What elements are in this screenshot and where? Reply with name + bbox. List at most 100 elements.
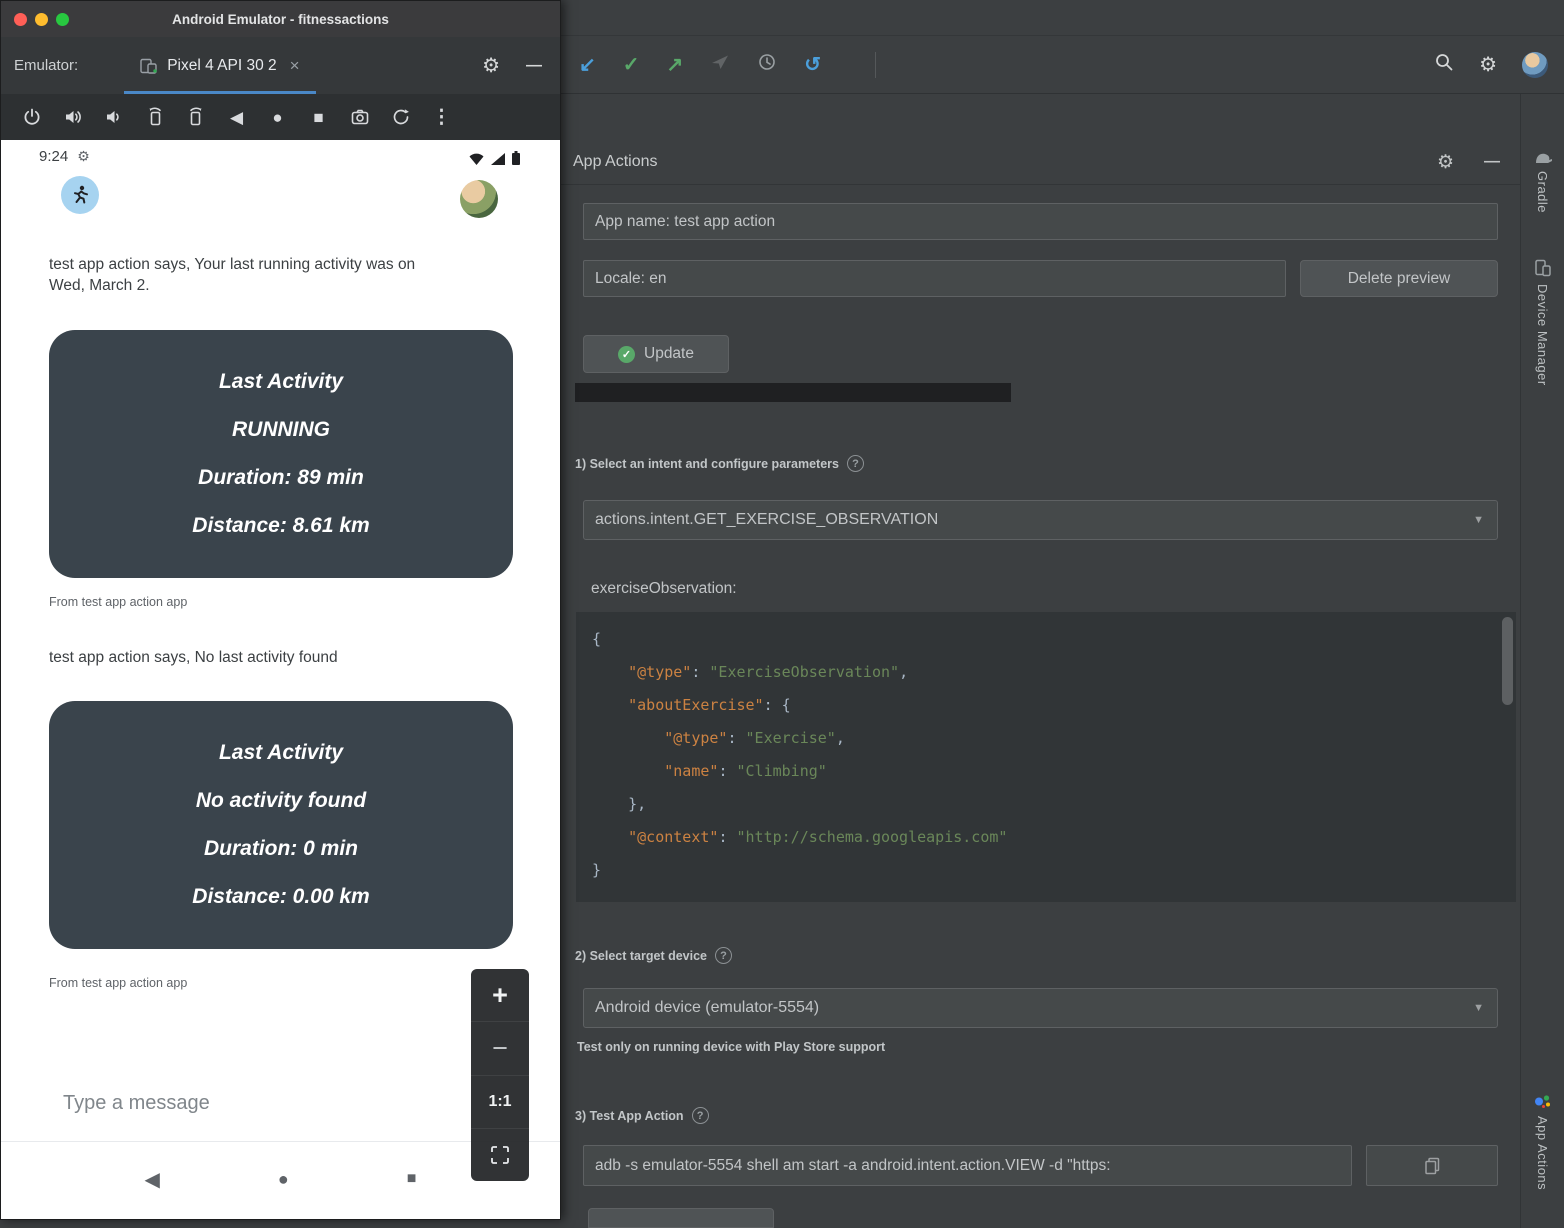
- intent-dropdown[interactable]: actions.intent.GET_EXERCISE_OBSERVATION …: [583, 500, 1498, 540]
- profile-avatar[interactable]: [1522, 52, 1548, 78]
- device-tab-label: Pixel 4 API 30 2: [167, 57, 276, 75]
- search-icon[interactable]: [1434, 52, 1454, 77]
- zoom-out-button[interactable]: −: [471, 1021, 529, 1074]
- app-actions-panel-header: App Actions ⚙ —: [561, 140, 1520, 185]
- close-window-button[interactable]: [14, 13, 27, 26]
- help-icon[interactable]: ?: [715, 947, 732, 964]
- device-note: Test only on running device with Play St…: [577, 1040, 885, 1054]
- json-code-lines: { "@type": "ExerciseObservation", "about…: [592, 623, 1492, 887]
- card-distance: Distance: 8.61 km: [192, 514, 369, 538]
- battery-icon: [512, 151, 520, 165]
- minimize-window-button[interactable]: [35, 13, 48, 26]
- card-attribution: From test app action app: [49, 976, 187, 990]
- tool-tab-gradle-label: Gradle: [1535, 171, 1550, 213]
- volume-down-button[interactable]: [93, 107, 134, 127]
- help-icon[interactable]: ?: [692, 1107, 709, 1124]
- zoom-window-button[interactable]: [56, 13, 69, 26]
- device-tab[interactable]: Pixel 4 API 30 2 ×: [124, 37, 315, 94]
- push-arrow-icon[interactable]: ↗: [667, 55, 684, 75]
- user-photo-avatar: [460, 180, 498, 218]
- commit-check-icon[interactable]: ✓: [623, 55, 640, 75]
- copy-command-button[interactable]: [1366, 1145, 1498, 1186]
- update-button-label: Update: [644, 345, 694, 363]
- snapshots-button[interactable]: [380, 107, 421, 127]
- tool-window-stripe: Gradle Device Manager App Actions: [1520, 94, 1564, 1228]
- selected-status-band: [575, 383, 1011, 402]
- panel-minimize-icon[interactable]: —: [1484, 153, 1500, 171]
- card-activity: RUNNING: [232, 418, 330, 442]
- card-distance: Distance: 0.00 km: [192, 885, 369, 909]
- card-title: Last Activity: [219, 741, 343, 765]
- section-one-label: 1) Select an intent and configure parame…: [575, 457, 839, 471]
- overview-button[interactable]: ■: [298, 109, 339, 126]
- json-parameter-editor[interactable]: { "@type": "ExerciseObservation", "about…: [576, 612, 1516, 902]
- close-tab-icon[interactable]: ×: [290, 56, 300, 76]
- volume-up-button[interactable]: [52, 107, 93, 127]
- settings-gear-icon[interactable]: ⚙: [1479, 52, 1497, 77]
- card-attribution: From test app action app: [49, 595, 187, 609]
- assistant-message: test app action says, Your last running …: [49, 254, 419, 296]
- device-tab-icon: [140, 58, 158, 74]
- chevron-down-icon: ▼: [1473, 1002, 1484, 1014]
- status-gear-icon: ⚙: [77, 148, 90, 165]
- partially-visible-button[interactable]: [588, 1208, 774, 1228]
- zoom-in-button[interactable]: +: [471, 969, 529, 1021]
- rotate-right-button[interactable]: [175, 107, 216, 127]
- emulator-controls-bar: ◀ ● ■ ⋮: [1, 94, 560, 140]
- device-dropdown[interactable]: Android device (emulator-5554) ▼: [583, 988, 1498, 1028]
- card-duration: Duration: 0 min: [204, 837, 358, 861]
- app-actions-icon: [1534, 1094, 1552, 1109]
- tool-tab-app-actions-label: App Actions: [1535, 1116, 1550, 1190]
- zoom-reset-button[interactable]: 1:1: [471, 1075, 529, 1128]
- wifi-icon: [469, 153, 484, 165]
- section-select-intent: 1) Select an intent and configure parame…: [575, 455, 864, 472]
- locale-field[interactable]: Locale: en: [583, 260, 1286, 297]
- tool-tab-gradle[interactable]: Gradle: [1533, 150, 1553, 213]
- intent-dropdown-value: actions.intent.GET_EXERCISE_OBSERVATION: [595, 511, 938, 529]
- emulator-minimize-icon[interactable]: —: [526, 57, 542, 75]
- nav-back-button[interactable]: ◀: [145, 1167, 160, 1192]
- camera-screenshot-button[interactable]: [339, 107, 380, 127]
- card-duration: Duration: 89 min: [198, 466, 364, 490]
- back-button[interactable]: ◀: [216, 109, 257, 126]
- power-button[interactable]: [11, 107, 52, 127]
- message-input[interactable]: Type a message: [63, 1092, 210, 1115]
- section-three-label: 3) Test App Action: [575, 1109, 684, 1123]
- update-button[interactable]: ✓ Update: [583, 335, 729, 373]
- activity-card: Last Activity RUNNING Duration: 89 min D…: [49, 330, 513, 578]
- delete-preview-button[interactable]: Delete preview: [1300, 260, 1498, 297]
- send-plane-icon[interactable]: [710, 52, 730, 77]
- phone-screen: 9:24 ⚙ test app action says, Your last r…: [1, 140, 560, 1219]
- emulator-label: Emulator:: [14, 57, 78, 74]
- rotate-left-button[interactable]: [134, 107, 175, 127]
- card-title: Last Activity: [219, 370, 343, 394]
- panel-gear-icon[interactable]: ⚙: [1437, 151, 1454, 174]
- device-dropdown-value: Android device (emulator-5554): [595, 999, 819, 1017]
- app-name-field[interactable]: App name: test app action: [583, 203, 1498, 240]
- zoom-control-panel: + − 1:1: [471, 969, 529, 1181]
- nav-overview-button[interactable]: ■: [407, 1170, 417, 1188]
- section-target-device: 2) Select target device ?: [575, 947, 732, 964]
- fit-to-screen-button[interactable]: [471, 1128, 529, 1181]
- macos-titlebar: Android Emulator - fitnessactions: [1, 1, 560, 37]
- device-manager-icon: [1534, 259, 1552, 277]
- adb-command-field[interactable]: adb -s emulator-5554 shell am start -a a…: [583, 1145, 1352, 1186]
- code-scrollbar[interactable]: [1502, 617, 1513, 705]
- emulator-settings-gear-icon[interactable]: ⚙: [482, 53, 500, 78]
- status-bar-right: [469, 151, 520, 165]
- signal-icon: [491, 153, 505, 165]
- help-icon[interactable]: ?: [847, 455, 864, 472]
- screenshot-root: ↙ ✓ ↗ ↺ ⚙ App Actions: [0, 0, 1564, 1228]
- history-clock-icon[interactable]: [757, 52, 777, 77]
- card-activity: No activity found: [196, 789, 366, 813]
- tool-tab-app-actions[interactable]: App Actions: [1534, 1094, 1552, 1190]
- nav-home-button[interactable]: ●: [278, 1169, 289, 1190]
- tool-tab-device-manager[interactable]: Device Manager: [1534, 259, 1552, 386]
- status-clock: 9:24: [39, 148, 68, 165]
- home-button[interactable]: ●: [257, 109, 298, 126]
- more-options-kebab-icon[interactable]: ⋮: [421, 106, 462, 129]
- window-title: Android Emulator - fitnessactions: [1, 12, 560, 27]
- step-into-icon[interactable]: ↙: [579, 55, 596, 75]
- emulator-tab-bar: Emulator: Pixel 4 API 30 2 × ⚙ —: [1, 37, 560, 94]
- undo-icon[interactable]: ↺: [804, 55, 821, 75]
